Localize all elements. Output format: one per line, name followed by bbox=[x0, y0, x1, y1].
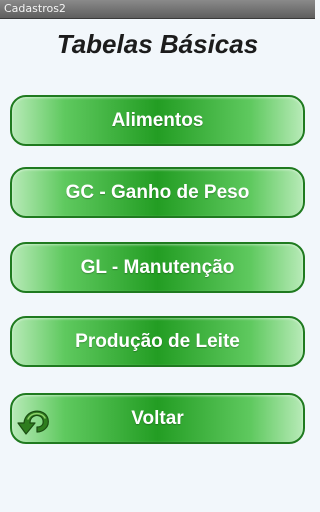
producao-de-leite-button-label: Produção de Leite bbox=[75, 330, 240, 352]
manutencao-button-label: GL - Manutenção bbox=[80, 256, 235, 278]
window-titlebar: Cadastros2 bbox=[0, 0, 315, 19]
producao-de-leite-button[interactable]: Produção de Leite bbox=[10, 316, 305, 367]
manutencao-button[interactable]: GL - Manutenção bbox=[10, 242, 305, 293]
voltar-button[interactable]: Voltar bbox=[10, 393, 305, 444]
ganho-de-peso-button[interactable]: GC - Ganho de Peso bbox=[10, 167, 305, 218]
page-title: Tabelas Básicas bbox=[56, 29, 259, 59]
ganho-de-peso-button-label: GC - Ganho de Peso bbox=[65, 181, 250, 203]
voltar-button-label: Voltar bbox=[131, 407, 184, 429]
alimentos-button[interactable]: Alimentos bbox=[10, 95, 305, 146]
alimentos-button-label: Alimentos bbox=[111, 109, 204, 131]
window-title: Cadastros2 bbox=[4, 2, 66, 15]
